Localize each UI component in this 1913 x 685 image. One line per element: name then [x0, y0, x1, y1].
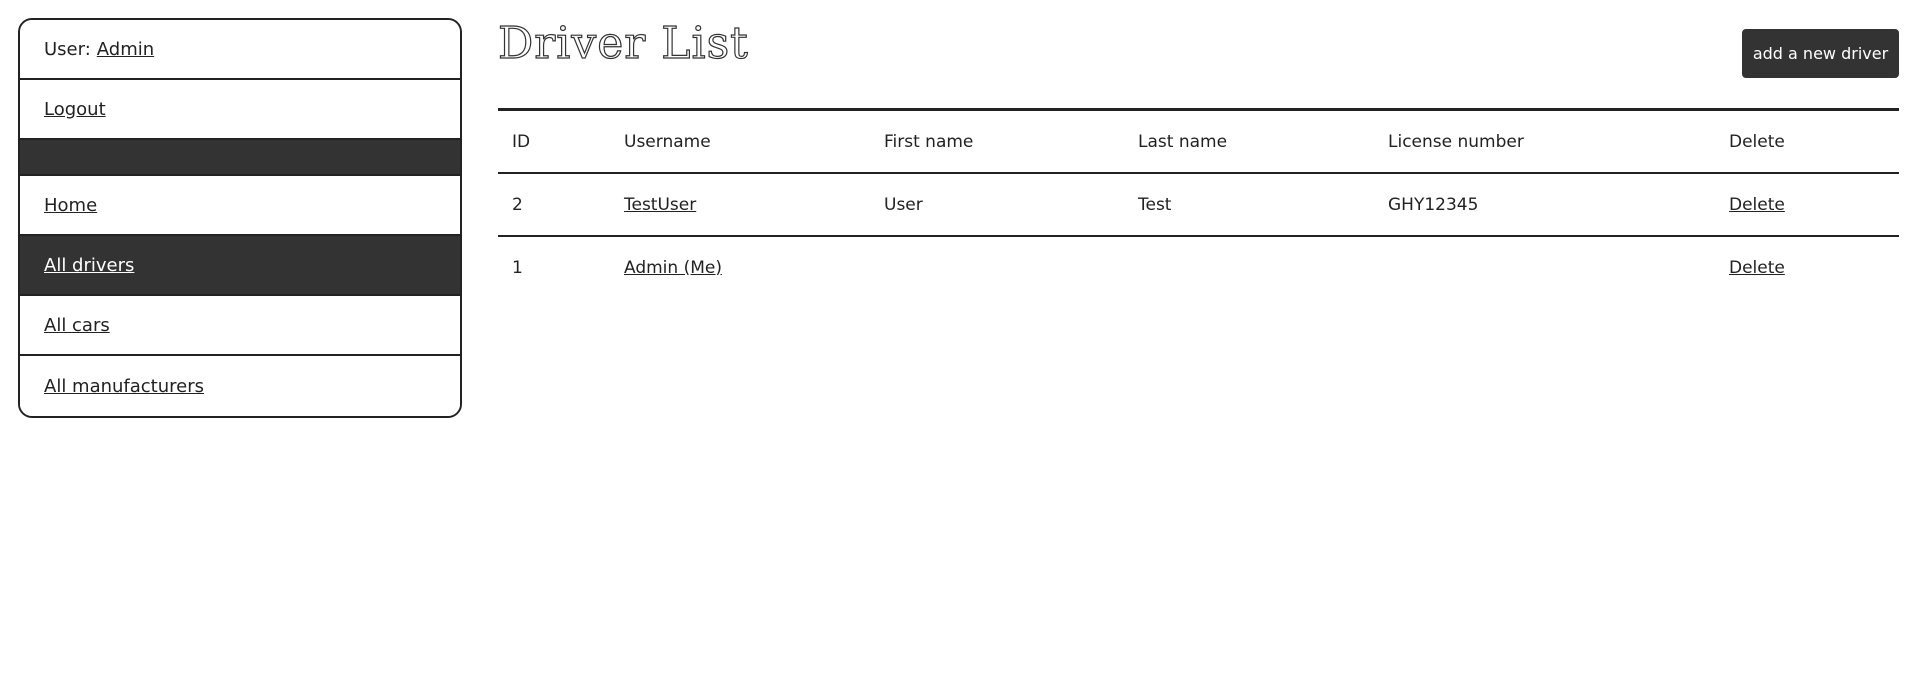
column-header-id: ID: [512, 131, 531, 152]
sidebar-item-label[interactable]: Home: [44, 195, 97, 216]
cell-username: TestUser: [610, 173, 870, 236]
cell-delete: Delete: [1715, 173, 1899, 236]
cell-license-number: GHY12345: [1388, 194, 1479, 215]
sidebar-item-all-cars[interactable]: All cars: [20, 296, 460, 356]
delete-link[interactable]: Delete: [1729, 258, 1785, 278]
sidebar-item-label[interactable]: All cars: [44, 315, 110, 336]
column-header-license-number: License number: [1388, 131, 1524, 152]
column-header-first-name: First name: [884, 131, 974, 152]
cell-id: 2: [512, 194, 523, 215]
username-link[interactable]: TestUser: [624, 195, 696, 215]
logout-link[interactable]: Logout: [44, 99, 106, 120]
cell-username: Admin (Me): [610, 236, 870, 298]
user-label: User:: [44, 38, 91, 60]
sidebar-item-label[interactable]: All drivers: [44, 255, 134, 276]
add-driver-button[interactable]: add a new driver: [1742, 29, 1899, 78]
sidebar: User: Admin Logout Home All drivers All …: [18, 18, 462, 418]
table-row: 1 Admin (Me) Delete: [498, 236, 1899, 298]
column-header-last-name: Last name: [1138, 131, 1228, 152]
sidebar-item-home[interactable]: Home: [20, 176, 460, 236]
column-header-username: Username: [624, 131, 711, 152]
column-header-delete: Delete: [1729, 131, 1785, 152]
sidebar-item-label[interactable]: All manufacturers: [44, 376, 204, 397]
table-row: 2 TestUser User Test GHY12345 Delete: [498, 173, 1899, 236]
username-link[interactable]: Admin (Me): [624, 258, 722, 278]
delete-link[interactable]: Delete: [1729, 195, 1785, 215]
cell-license-number: [1374, 236, 1715, 298]
cell-last-name: Test: [1138, 194, 1172, 215]
cell-last-name: [1124, 236, 1374, 298]
cell-first-name: User: [884, 194, 923, 215]
table-body: 2 TestUser User Test GHY12345 Delete 1 A…: [498, 173, 1899, 298]
sidebar-item-all-drivers[interactable]: All drivers: [20, 236, 460, 296]
cell-delete: Delete: [1715, 236, 1899, 298]
sidebar-item-all-manufacturers[interactable]: All manufacturers: [20, 356, 460, 416]
sidebar-logout: Logout: [20, 80, 460, 140]
user-name-link[interactable]: Admin: [97, 39, 154, 60]
sidebar-user: User: Admin: [20, 20, 460, 80]
cell-id: 1: [512, 257, 523, 278]
cell-first-name: [870, 236, 1124, 298]
table-header-row: ID Username First name Last name License…: [498, 109, 1899, 173]
page-title: Driver List: [497, 17, 749, 69]
table-header: ID Username First name Last name License…: [498, 109, 1899, 173]
sidebar-divider: [20, 140, 460, 176]
driver-table: ID Username First name Last name License…: [498, 108, 1899, 298]
